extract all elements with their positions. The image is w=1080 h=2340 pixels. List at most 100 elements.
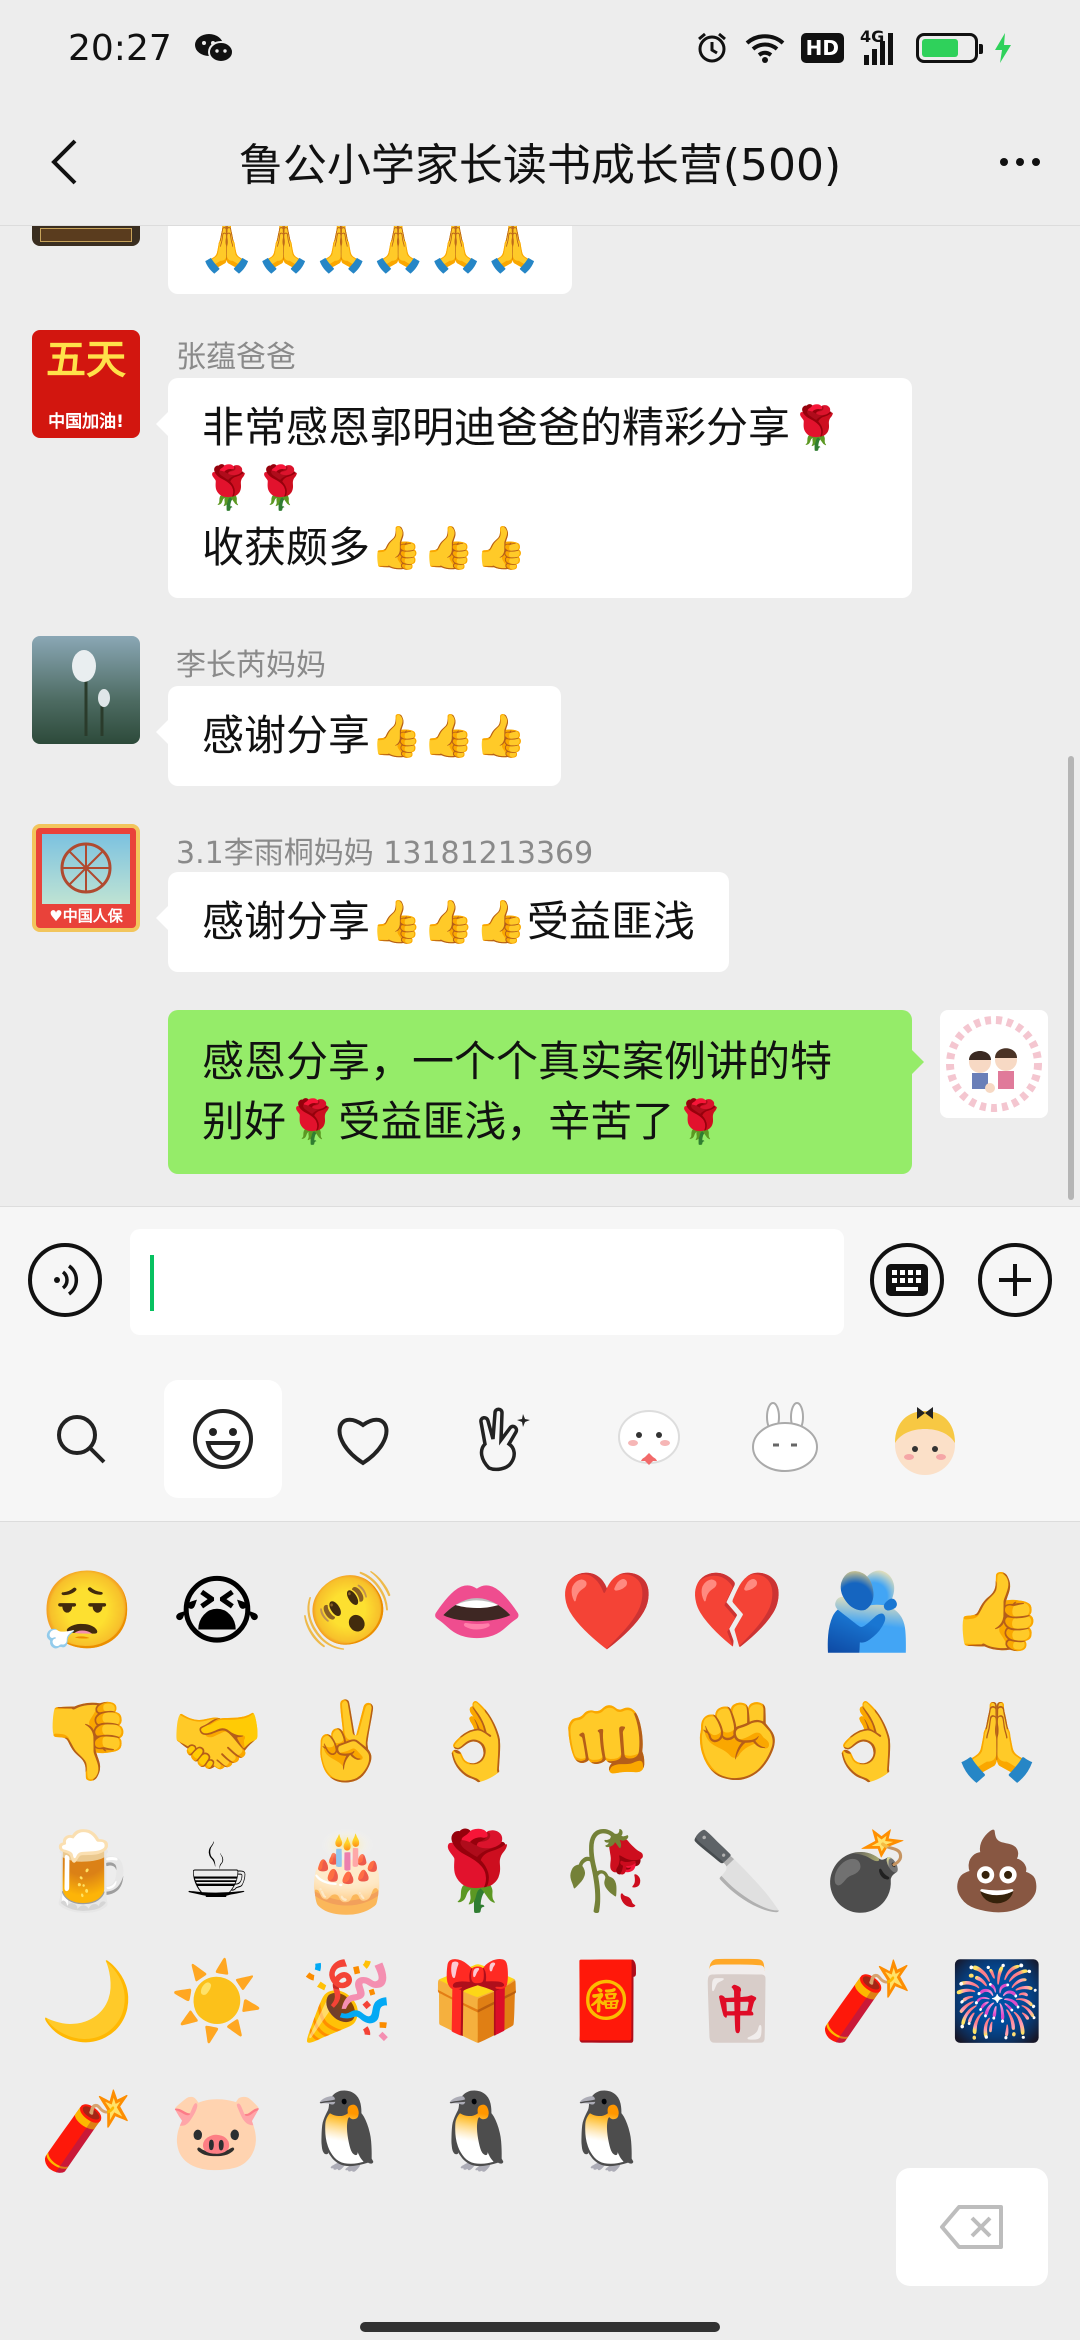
plus-icon	[999, 1264, 1031, 1296]
more-icon	[1000, 158, 1008, 166]
emoji-item[interactable]: 👌	[412, 1676, 542, 1806]
input-bar	[0, 1206, 1080, 1350]
emoji-item[interactable]: 🀄	[672, 1936, 802, 2066]
emoji-item[interactable]: 🎂	[282, 1806, 412, 1936]
my-avatar[interactable]	[940, 1010, 1048, 1118]
emoji-item[interactable]: ❤️	[542, 1546, 672, 1676]
battery-icon	[916, 33, 983, 63]
sender-name: 3.1李雨桐妈妈 13181213369	[176, 836, 594, 871]
sticker-bunny-icon	[752, 1402, 818, 1472]
voice-icon	[54, 1264, 79, 1296]
status-bar: 20:27 HD 4G	[0, 0, 1080, 96]
emoji-item[interactable]: 👎	[22, 1676, 152, 1806]
emoji-item[interactable]: 🙏	[932, 1676, 1062, 1806]
avatar[interactable]	[32, 636, 140, 744]
chat-header: 鲁公小学家长读书成长营(500)	[0, 96, 1080, 226]
text-caret	[150, 1255, 154, 1311]
message-list[interactable]: 🙏🙏🙏🙏🙏🙏 五天 中国加油! 张蕴爸爸 非常感恩郭明迪爸爸的精彩分享🌹 🌹🌹 …	[0, 226, 1080, 1206]
my-message-bubble[interactable]: 感恩分享，一个个真实案例讲的特 别好🌹受益匪浅，辛苦了🌹	[168, 1010, 924, 1174]
sticker-girl-icon	[895, 1407, 955, 1475]
alarm-icon	[695, 31, 729, 65]
charging-icon	[994, 33, 1012, 63]
wechat-chat-screen: 20:27 HD 4G 鲁公小学家长读书成长营(500) 🙏🙏🙏🙏🙏🙏 五天 中…	[0, 0, 1080, 2340]
emoji-item[interactable]: 😭	[152, 1546, 282, 1676]
heart-icon	[337, 1417, 389, 1466]
smiley-icon	[193, 1409, 253, 1469]
emoji-item[interactable]: ✊	[672, 1676, 802, 1806]
backspace-icon	[940, 2205, 1003, 2249]
emoji-tab-favorites[interactable]	[304, 1380, 422, 1498]
emoji-item[interactable]: 🫂	[802, 1546, 932, 1676]
emoji-item[interactable]: 🧨	[802, 1936, 932, 2066]
emoji-item[interactable]: 🔪	[672, 1806, 802, 1936]
message-bubble[interactable]: 🙏🙏🙏🙏🙏🙏	[168, 226, 572, 294]
message-line: 感谢分享👍👍👍受益匪浅	[202, 897, 695, 946]
chat-scrollbar[interactable]	[1068, 756, 1074, 1200]
emoji-panel[interactable]: 😮‍💨 😭 🫨 👄 ❤️ 💔 🫂 👍 👎 🤝 ✌️ 👌 👊 ✊ 👌 🙏 🍺 ☕ 🎂 🌹 🥀 🔪 💣 💩 🌙 ☀️ 🎉 🎁 🧧 🀄 🧨 🎆 🧨 🐷 🐧…	[0, 1522, 1080, 2340]
avatar[interactable]	[32, 226, 140, 246]
message-bubble[interactable]: 非常感恩郭明迪爸爸的精彩分享🌹 🌹🌹 收获颇多👍👍👍	[156, 378, 912, 598]
message-line: 🌹🌹	[202, 463, 307, 512]
hd-icon: HD	[800, 33, 844, 63]
keyboard-icon	[886, 1264, 928, 1296]
emoji-item[interactable]: 👄	[412, 1546, 542, 1676]
emoji-item[interactable]: 💔	[672, 1546, 802, 1676]
wifi-icon	[745, 32, 785, 64]
emoji-item[interactable]: 🌙	[22, 1936, 152, 2066]
message-line: 感恩分享，一个个真实案例讲的特	[202, 1037, 833, 1086]
avatar[interactable]: ♥中国人保	[32, 824, 140, 932]
avatar[interactable]: 五天 中国加油!	[32, 330, 140, 438]
emoji-item[interactable]: 🐷	[152, 2066, 282, 2196]
emoji-tab-sticker-girl[interactable]	[866, 1380, 984, 1498]
emoji-item[interactable]: 👍	[932, 1546, 1062, 1676]
voice-button[interactable]	[28, 1243, 102, 1317]
sender-name: 张蕴爸爸	[176, 340, 296, 375]
emoji-item[interactable]: 🥀	[542, 1806, 672, 1936]
message-line: 非常感恩郭明迪爸爸的精彩分享🌹	[202, 403, 843, 452]
more-options-button[interactable]	[984, 126, 1056, 198]
message-line: 感谢分享👍👍👍	[202, 711, 527, 760]
emoji-item[interactable]: 🌹	[412, 1806, 542, 1936]
message-line: 收获颇多👍👍👍	[202, 523, 527, 572]
message-line: 别好🌹受益匪浅，辛苦了🌹	[202, 1097, 727, 1146]
emoji-item[interactable]: 🎆	[932, 1936, 1062, 2066]
emoji-item[interactable]: 🐧	[282, 2066, 412, 2196]
emoji-item[interactable]: 🧨	[22, 2066, 152, 2196]
plus-button[interactable]	[978, 1243, 1052, 1317]
emoji-tab-bar	[0, 1350, 1080, 1522]
signal-4g-icon: 4G	[860, 27, 900, 65]
wechat-icon	[194, 32, 234, 64]
emoji-tab-search[interactable]	[22, 1380, 140, 1498]
sender-name: 李长芮妈妈	[176, 648, 326, 683]
emoji-item[interactable]: 😮‍💨	[22, 1546, 152, 1676]
chevron-left-icon	[51, 139, 77, 185]
emoji-item[interactable]: ✌️	[282, 1676, 412, 1806]
emoji-item[interactable]: 🐧	[542, 2066, 672, 2196]
message-input[interactable]	[130, 1229, 844, 1335]
home-indicator[interactable]	[360, 2322, 720, 2332]
emoji-item[interactable]: 🧧	[542, 1936, 672, 2066]
emoji-item[interactable]: ☀️	[152, 1936, 282, 2066]
emoji-item[interactable]: 🫨	[282, 1546, 412, 1676]
emoji-item[interactable]: 👊	[542, 1676, 672, 1806]
emoji-tab-smiley[interactable]	[164, 1380, 282, 1498]
emoji-tab-sticker-bear[interactable]	[590, 1380, 708, 1498]
emoji-delete-button[interactable]	[896, 2168, 1048, 2286]
emoji-item[interactable]: 👌	[802, 1676, 932, 1806]
emoji-tab-sticker-bunny[interactable]	[726, 1380, 844, 1498]
emoji-item[interactable]: 💣	[802, 1806, 932, 1936]
emoji-item[interactable]: 🍺	[22, 1806, 152, 1936]
emoji-tab-gestures[interactable]	[446, 1380, 564, 1498]
chat-title: 鲁公小学家长读书成长营(500)	[238, 139, 842, 191]
status-icons: HD 4G	[695, 27, 1012, 65]
keyboard-toggle-button[interactable]	[870, 1243, 944, 1317]
emoji-item[interactable]: ☕	[152, 1806, 282, 1936]
emoji-item[interactable]: 💩	[932, 1806, 1062, 1936]
message-bubble[interactable]: 感谢分享👍👍👍受益匪浅	[156, 872, 729, 972]
emoji-item[interactable]: 🎉	[282, 1936, 412, 2066]
emoji-item[interactable]: 🤝	[152, 1676, 282, 1806]
message-bubble[interactable]: 感谢分享👍👍👍	[156, 686, 561, 786]
emoji-item[interactable]: 🐧	[412, 2066, 542, 2196]
back-button[interactable]	[28, 126, 100, 198]
emoji-item[interactable]: 🎁	[412, 1936, 542, 2066]
